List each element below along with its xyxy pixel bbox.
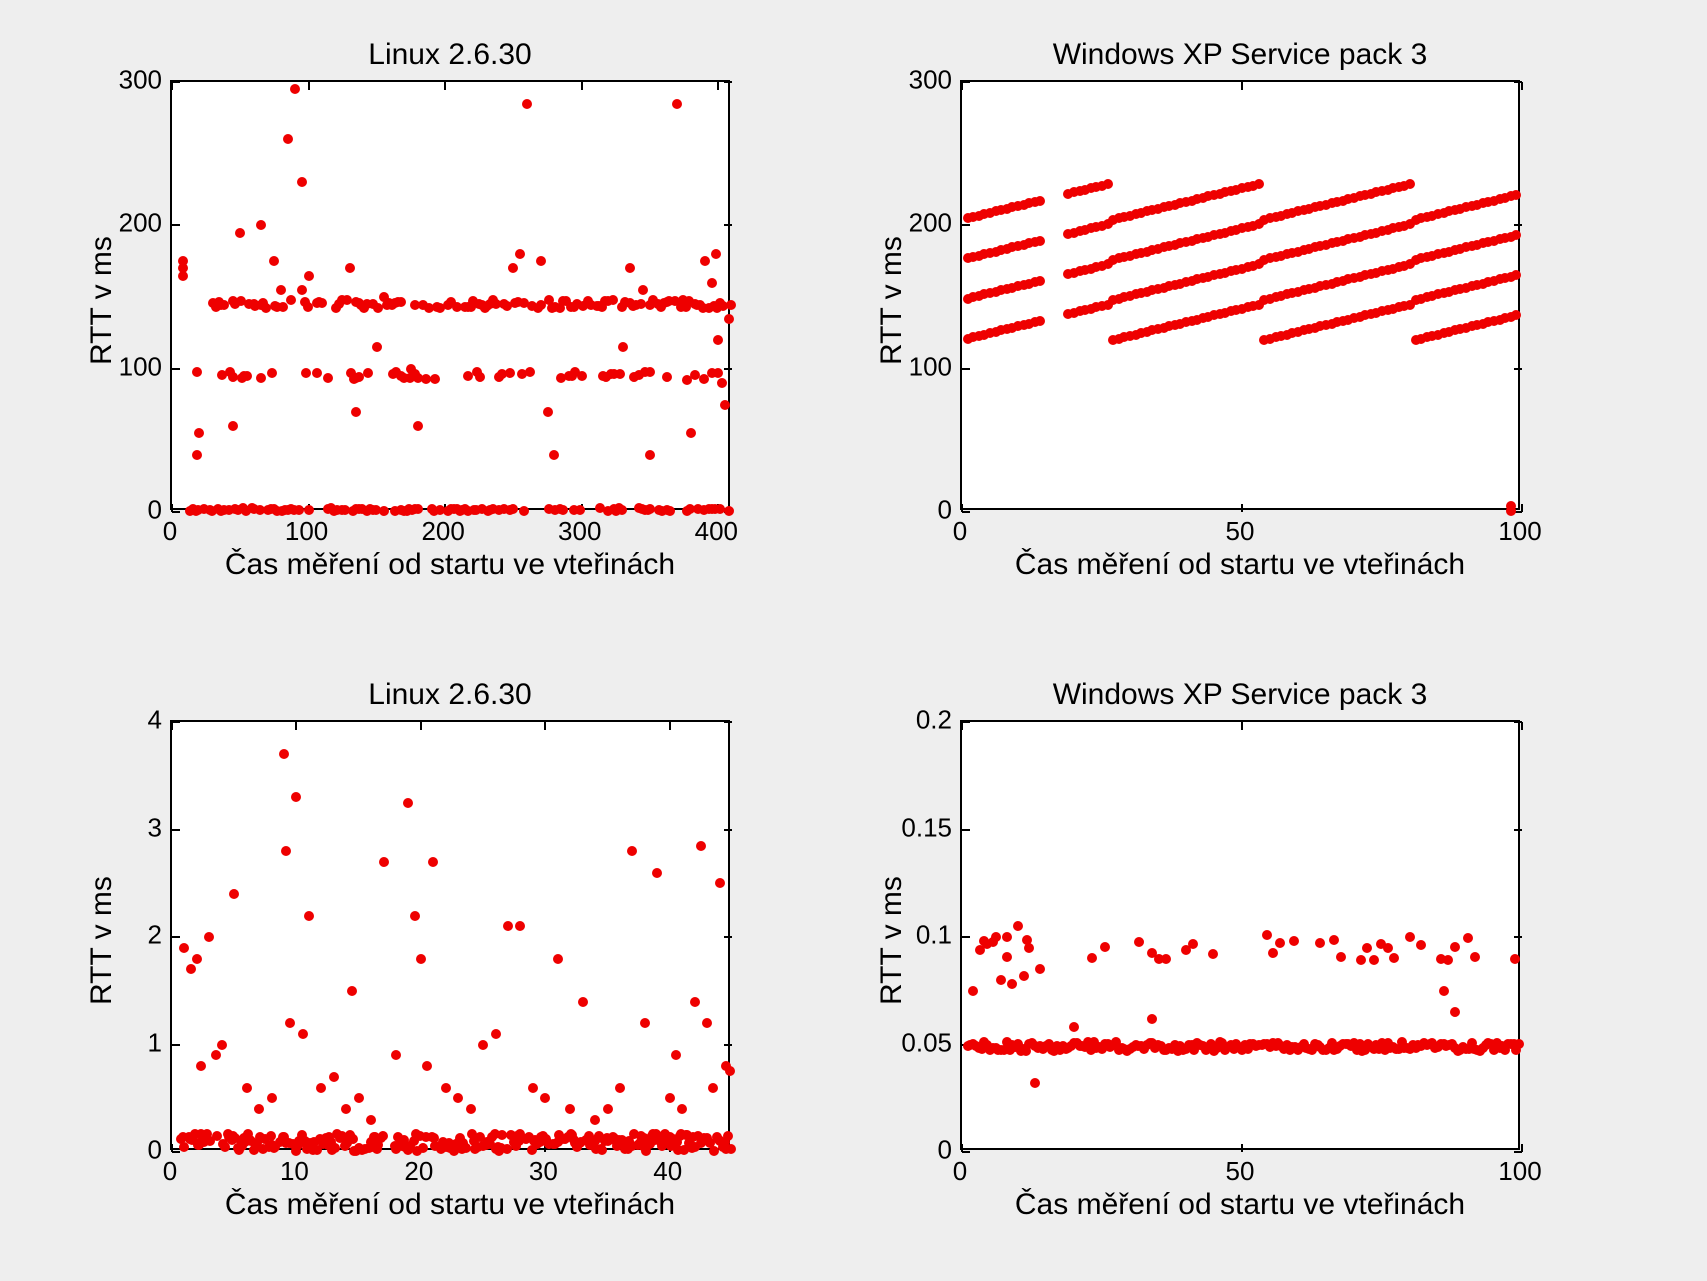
- subplot-br: Windows XP Service pack 3 Čas měření od s…: [0, 0, 1707, 1281]
- y-tick-mark: [962, 721, 970, 723]
- data-point: [1013, 921, 1023, 931]
- y-tick-label: 0: [938, 1135, 952, 1166]
- y-axis-label: RTT v ms: [875, 876, 909, 1005]
- data-point: [1024, 943, 1034, 953]
- data-point: [1035, 964, 1045, 974]
- data-point: [1470, 952, 1480, 962]
- y-tick-mark: [1514, 936, 1522, 938]
- data-point: [1443, 955, 1453, 965]
- data-point: [1268, 948, 1278, 958]
- plot-area: [960, 720, 1520, 1150]
- data-point: [1087, 953, 1097, 963]
- y-tick-label: 0.05: [901, 1027, 952, 1058]
- y-tick-mark: [1514, 1151, 1522, 1153]
- data-point: [1147, 1014, 1157, 1024]
- data-point: [1329, 935, 1339, 945]
- x-tick-label: 100: [1498, 1156, 1541, 1187]
- x-tick-mark: [961, 722, 963, 730]
- data-point: [1069, 1022, 1079, 1032]
- x-tick-mark: [1241, 1144, 1243, 1152]
- x-tick-mark: [1521, 722, 1523, 730]
- y-tick-mark: [962, 1151, 970, 1153]
- data-point: [1510, 954, 1520, 964]
- data-point: [1356, 955, 1366, 965]
- chart-title: Windows XP Service pack 3: [960, 678, 1520, 712]
- data-point: [1369, 955, 1379, 965]
- y-tick-label: 0.2: [916, 705, 952, 736]
- data-point: [1362, 943, 1372, 953]
- data-point: [1161, 954, 1171, 964]
- data-point: [1450, 942, 1460, 952]
- data-point: [1405, 932, 1415, 942]
- data-point: [1134, 937, 1144, 947]
- data-point: [1002, 952, 1012, 962]
- data-point: [1100, 942, 1110, 952]
- y-tick-label: 0.1: [916, 920, 952, 951]
- x-axis-label: Čas měření od startu ve vteřinách: [960, 1188, 1520, 1222]
- data-point: [1289, 936, 1299, 946]
- data-point: [1463, 933, 1473, 943]
- data-point: [968, 986, 978, 996]
- x-tick-mark: [1241, 722, 1243, 730]
- data-point: [1383, 943, 1393, 953]
- data-point: [1030, 1078, 1040, 1088]
- x-tick-label: 0: [953, 1156, 967, 1187]
- data-point: [1450, 1007, 1460, 1017]
- data-point: [1007, 979, 1017, 989]
- data-point: [1514, 1039, 1524, 1049]
- y-tick-label: 0.15: [901, 812, 952, 843]
- y-tick-mark: [962, 936, 970, 938]
- data-point: [1336, 952, 1346, 962]
- data-point: [1275, 938, 1285, 948]
- data-point: [1439, 986, 1449, 996]
- y-tick-mark: [1514, 829, 1522, 831]
- y-tick-mark: [962, 829, 970, 831]
- data-point: [1315, 938, 1325, 948]
- data-point: [991, 932, 1001, 942]
- data-point: [1262, 930, 1272, 940]
- x-tick-label: 50: [1226, 1156, 1255, 1187]
- figure: Linux 2.6.30Čas měření od startu ve vteř…: [0, 0, 1707, 1281]
- data-point: [1002, 932, 1012, 942]
- data-point: [1208, 949, 1218, 959]
- data-point: [1019, 971, 1029, 981]
- data-point: [1188, 939, 1198, 949]
- data-point: [996, 975, 1006, 985]
- y-tick-mark: [1514, 721, 1522, 723]
- data-point: [1389, 953, 1399, 963]
- data-point: [1416, 940, 1426, 950]
